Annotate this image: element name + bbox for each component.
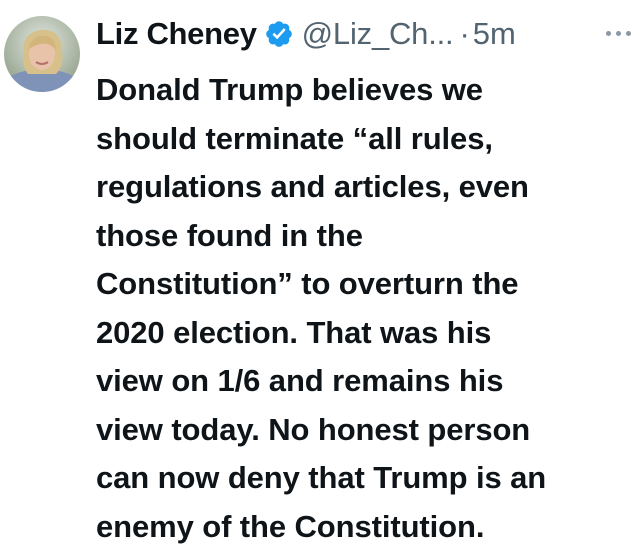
tweet[interactable]: Liz Cheney @Liz_Ch... · 5m Donald Trump … <box>0 0 640 545</box>
tweet-text-line: Donald Trump believes we <box>96 66 636 115</box>
tweet-text-line: enemy of the Constitution. <box>96 503 636 551</box>
tweet-text-line: view today. No honest person <box>96 406 636 455</box>
more-options-icon[interactable] <box>604 22 634 46</box>
tweet-text-line: 2020 election. That was his <box>96 309 636 358</box>
avatar[interactable] <box>4 16 80 92</box>
tweet-text-line: view on 1/6 and remains his <box>96 357 636 406</box>
separator-dot: · <box>459 16 469 52</box>
author-handle[interactable]: @Liz_Ch... <box>302 16 454 52</box>
tweet-text-line: regulations and articles, even <box>96 163 636 212</box>
avatar-photo-icon <box>4 16 80 92</box>
author-name[interactable]: Liz Cheney <box>96 16 257 52</box>
tweet-text-line: those found in the <box>96 212 636 261</box>
tweet-text-line: can now deny that Trump is an <box>96 454 636 503</box>
tweet-text: Donald Trump believes we should terminat… <box>96 66 636 551</box>
tweet-text-line: should terminate “all rules, <box>96 115 636 164</box>
verified-badge-icon <box>264 19 294 49</box>
tweet-header: Liz Cheney @Liz_Ch... · 5m <box>96 10 516 58</box>
tweet-text-line: Constitution” to overturn the <box>96 260 636 309</box>
timestamp[interactable]: 5m <box>473 16 516 52</box>
